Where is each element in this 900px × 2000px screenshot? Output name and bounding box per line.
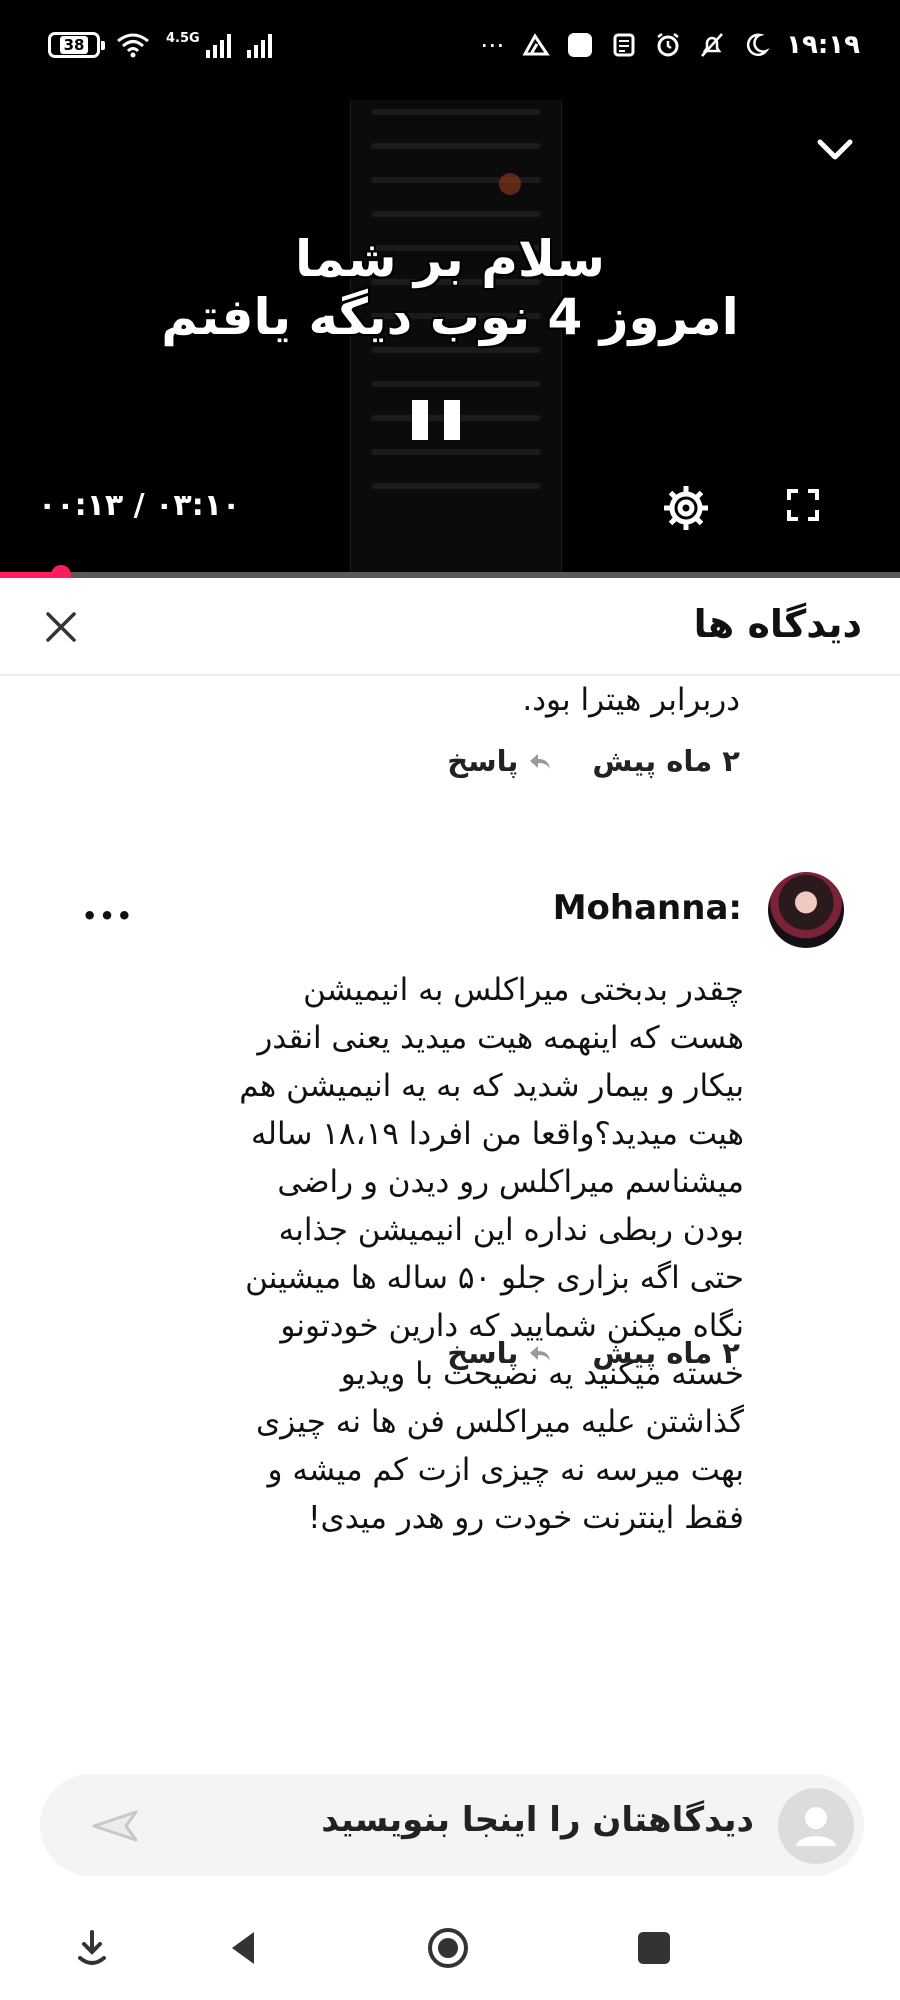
comments-list[interactable]: دربرابر هیترا بود. ۲ ماه پیش پاسخ Mohann…: [0, 676, 900, 1754]
video-progress-handle[interactable]: [51, 565, 72, 578]
avatar[interactable]: [768, 872, 844, 948]
previous-comment-text: دربرابر هیترا بود.: [522, 682, 740, 718]
battery-icon: 38: [48, 32, 105, 58]
more-dots-icon: ⋯: [480, 31, 505, 59]
comments-header: دیدگاه ها: [0, 578, 900, 676]
video-player[interactable]: سلام بر شما امروز 4 نوب دیگه یافتم ۰۰:۱۳…: [0, 100, 900, 578]
mute-icon: [701, 33, 724, 57]
reply-icon: [530, 1346, 551, 1361]
status-right: ⋯ ۱۹:۱۹: [478, 30, 860, 60]
wifi-icon: [117, 33, 149, 58]
status-bar: 38 4.5G ⋯ ۱۹:۱۹: [0, 0, 900, 100]
reply-icon: [530, 754, 551, 769]
battery-level: 38: [59, 36, 89, 54]
comment-item: Mohanna: ••• چقدر بدبختی میراکلس به انیم…: [0, 872, 900, 1536]
pause-icon[interactable]: [412, 400, 460, 440]
app-icon: [566, 31, 594, 59]
network-type-label: 4.5G: [166, 30, 200, 46]
reply-label: پاسخ: [447, 1336, 519, 1370]
home-icon[interactable]: [426, 1926, 470, 1970]
comment-text: چقدر بدبختی میراکلس به انیمیشن هست که ای…: [239, 972, 744, 1536]
comments-title: دیدگاه ها: [693, 602, 862, 646]
moon-icon: [747, 33, 770, 57]
close-icon[interactable]: [44, 610, 78, 644]
reply-button[interactable]: پاسخ: [447, 744, 552, 778]
notes-icon: [613, 33, 635, 57]
comment-time: ۲ ماه پیش: [592, 744, 740, 778]
user-avatar-icon: [778, 1788, 854, 1864]
video-caption-line-2: امروز 4 نوب دیگه یافتم: [161, 288, 739, 346]
comment-time: ۲ ماه پیش: [592, 1336, 740, 1370]
video-time: ۰۰:۱۳ / ۰۳:۱۰: [38, 488, 241, 523]
more-options-icon[interactable]: •••: [82, 902, 134, 930]
drive-icon: [522, 33, 550, 56]
comment-meta: ۲ ماه پیش پاسخ: [447, 1336, 740, 1370]
assistant-icon[interactable]: [70, 1926, 114, 1970]
chevron-down-icon[interactable]: [810, 130, 860, 170]
alarm-icon: [657, 33, 679, 57]
reply-button[interactable]: پاسخ: [447, 1336, 552, 1370]
signal-icon-2: [246, 32, 272, 58]
navigation-bar: [0, 1900, 900, 2000]
gear-icon[interactable]: [658, 480, 714, 536]
signal-icon: [205, 32, 231, 58]
comment-author[interactable]: Mohanna:: [553, 888, 742, 928]
recents-icon[interactable]: [632, 1926, 676, 1970]
status-time: ۱۹:۱۹: [786, 30, 860, 60]
back-icon[interactable]: [222, 1926, 266, 1970]
status-left: 38 4.5G: [48, 30, 272, 58]
comment-input[interactable]: دیدگاهتان را اینجا بنویسید: [321, 1800, 754, 1840]
video-caption-line-1: سلام بر شما: [295, 230, 605, 288]
fullscreen-icon[interactable]: [786, 488, 820, 522]
reply-label: پاسخ: [447, 744, 519, 778]
previous-comment-meta: ۲ ماه پیش پاسخ: [447, 744, 740, 778]
send-icon[interactable]: [90, 1808, 140, 1844]
comment-composer[interactable]: دیدگاهتان را اینجا بنویسید: [40, 1774, 864, 1876]
